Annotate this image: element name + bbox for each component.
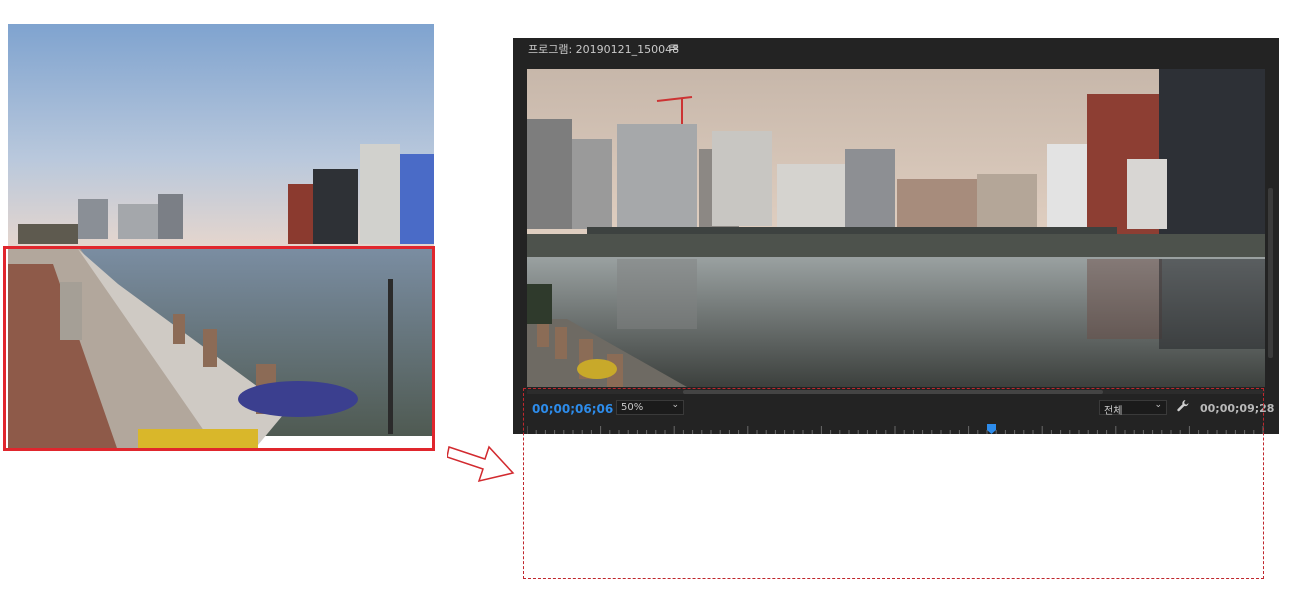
arrow-right-outline-icon [446, 433, 517, 483]
vertical-scrollbar[interactable] [1268, 188, 1273, 358]
panel-title: 프로그램: 20190121_150048 [528, 43, 680, 56]
dashed-annotation-box [523, 388, 1264, 579]
video-preview[interactable] [527, 69, 1265, 387]
panel-header: 프로그램: 20190121_150048 ≡ [513, 38, 1279, 60]
program-monitor-panel: 프로그램: 20190121_150048 ≡ 00;00;06;06 50% … [513, 38, 1279, 434]
panel-menu-icon[interactable]: ≡ [669, 40, 679, 54]
highlight-box [3, 246, 435, 451]
